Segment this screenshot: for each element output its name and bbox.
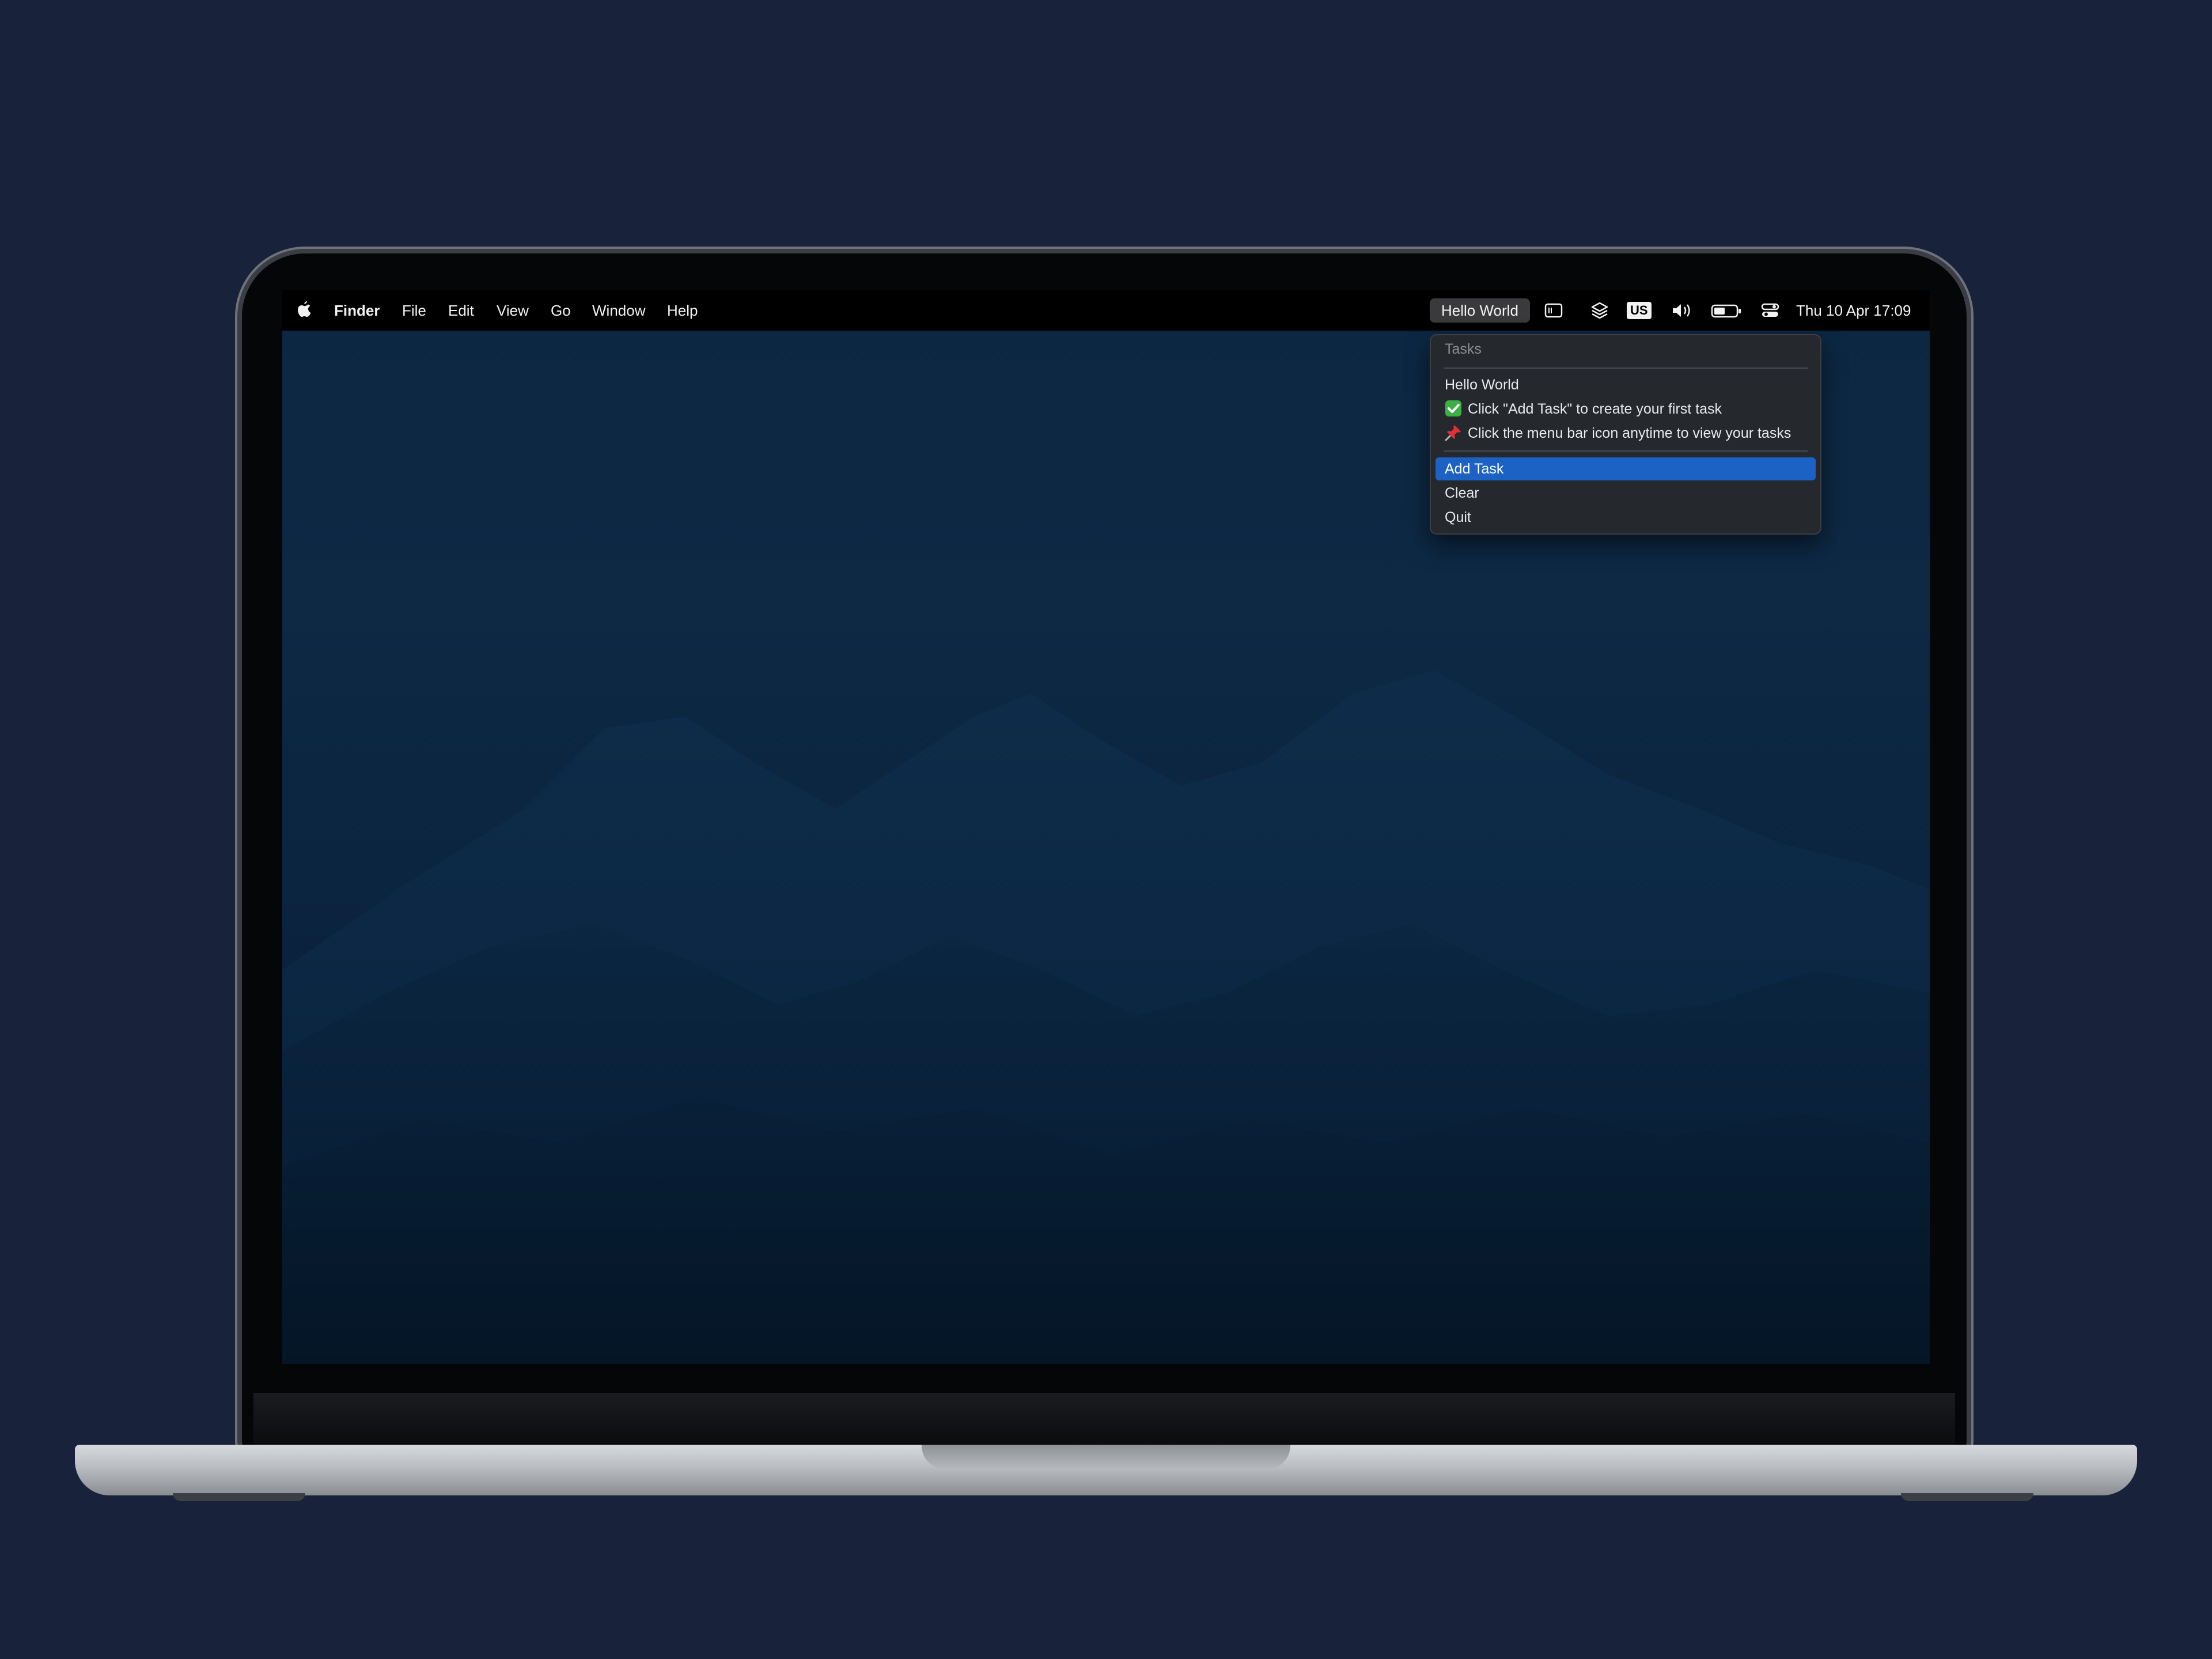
menu-view[interactable]: View [497, 290, 529, 331]
check-box-emoji-icon [1445, 400, 1461, 416]
page-background: Finder File Edit View Go Window Help Hel… [0, 0, 2212, 1659]
clock-datetime[interactable]: Thu 10 Apr 17:09 [1796, 290, 1911, 331]
task-item[interactable]: Click "Add Task" to create your first ta… [1431, 397, 1820, 421]
screen-chin [253, 1393, 1955, 1445]
battery-icon[interactable] [1711, 301, 1742, 324]
app-name-finder[interactable]: Finder [334, 290, 380, 331]
tasks-dropdown-menu: Tasks Hello World Click "Add Task" to cr… [1430, 334, 1821, 535]
task-item[interactable]: Click the menu bar icon anytime to view … [1431, 422, 1820, 445]
laptop-foot [1901, 1493, 2033, 1501]
menu-file[interactable]: File [402, 290, 426, 331]
menu-item-add-task[interactable]: Add Task [1435, 457, 1816, 480]
laptop-foot [173, 1493, 305, 1501]
pushpin-emoji-icon [1445, 425, 1461, 441]
screen-mirroring-icon[interactable] [1544, 301, 1563, 324]
keyboard-input-icon[interactable]: US [1627, 302, 1652, 319]
menu-separator [1444, 368, 1808, 369]
menu-item-label: Quit [1445, 509, 1471, 525]
menu-item-clear[interactable]: Clear [1431, 482, 1820, 505]
task-item[interactable]: Hello World [1431, 373, 1820, 396]
menu-item-label: Clear [1445, 485, 1479, 501]
task-item-label: Hello World [1445, 377, 1519, 393]
laptop-base-notch [922, 1445, 1290, 1469]
control-center-icon[interactable] [1760, 301, 1780, 324]
volume-icon[interactable] [1671, 301, 1694, 324]
menu-go[interactable]: Go [551, 290, 571, 331]
menu-item-quit[interactable]: Quit [1431, 506, 1820, 529]
menu-edit[interactable]: Edit [448, 290, 474, 331]
menu-header: Tasks [1431, 338, 1820, 361]
menu-item-label: Add Task [1445, 461, 1504, 477]
menu-bar: Finder File Edit View Go Window Help Hel… [282, 290, 1930, 331]
layers-icon[interactable] [1590, 301, 1609, 324]
apple-logo-icon[interactable] [297, 290, 312, 331]
status-item-hello-world[interactable]: Hello World [1430, 298, 1530, 323]
menu-window[interactable]: Window [592, 290, 645, 331]
menu-header-label: Tasks [1445, 341, 1482, 357]
task-item-label: Click the menu bar icon anytime to view … [1468, 425, 1791, 441]
menu-help[interactable]: Help [667, 290, 698, 331]
menu-separator [1444, 450, 1808, 452]
task-item-label: Click "Add Task" to create your first ta… [1468, 401, 1722, 417]
